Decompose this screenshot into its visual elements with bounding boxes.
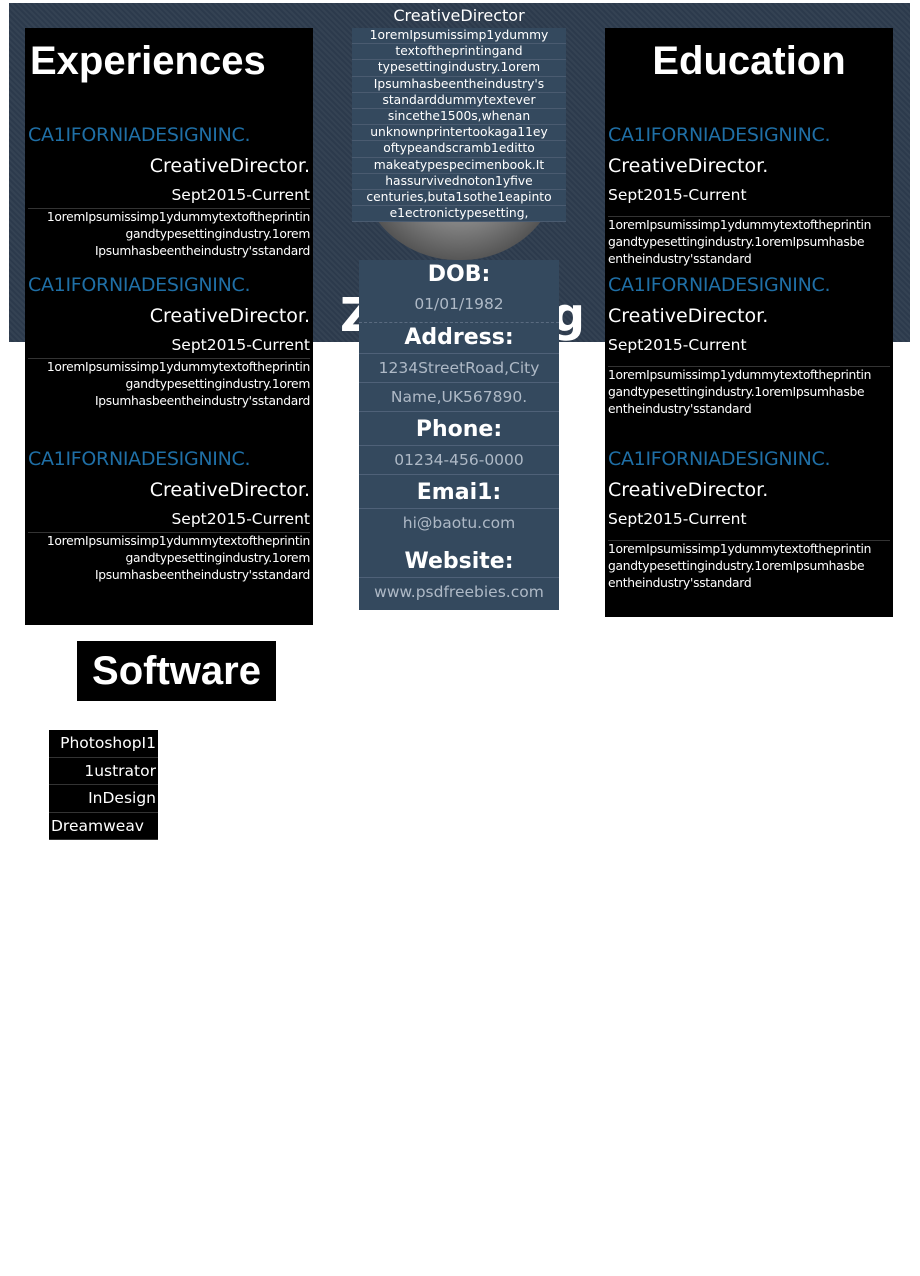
address-label: Address:	[359, 322, 559, 353]
dob-label: DOB:	[427, 262, 491, 287]
job-role: CreativeDirector.	[149, 305, 310, 327]
job-role: CreativeDirector.	[608, 155, 769, 177]
description-line: gandtypesettingindustry.1oremIpsumhasbe	[608, 385, 865, 399]
description-line: Ipsumhasbeentheindustry'sstandard	[94, 244, 310, 258]
software-item: 1ustrator	[49, 758, 158, 785]
description-line: 1oremIpsumissimp1ydummytextoftheprintin	[608, 368, 872, 382]
description-line: gandtypesettingindustry.1oremIpsumhasbe	[608, 235, 865, 249]
entry: CA1IFORNIADESIGNINC. CreativeDirector. Sep…	[608, 268, 890, 442]
company-name: CA1IFORNIADESIGNINC.	[28, 448, 251, 470]
phone-label: Phone:	[359, 411, 559, 445]
education-heading: Education	[652, 39, 846, 83]
date-range: Sept2015-Current	[171, 186, 310, 204]
entry-description: 1oremIpsumissimp1ydummytextoftheprintin g…	[28, 208, 310, 260]
company-name: CA1IFORNIADESIGNINC.	[608, 448, 831, 470]
bio-line: e1ectronictypesetting,	[352, 206, 566, 223]
description-line: 1oremIpsumissimp1ydummytextoftheprintin	[46, 210, 310, 224]
company-name: CA1IFORNIADESIGNINC.	[28, 124, 251, 146]
dob-value: 01/01/1982	[414, 295, 504, 313]
description-line: gandtypesettingindustry.1orem	[125, 377, 310, 391]
job-title: CreativeDirector	[393, 6, 525, 25]
software-list: PhotoshopI1 1ustrator InDesign Dreamweav	[49, 730, 158, 840]
website-value[interactable]: www.psdfreebies.com	[359, 577, 559, 606]
address-line-2: Name,UK567890.	[359, 382, 559, 411]
software-item: PhotoshopI1	[49, 730, 158, 758]
job-role: CreativeDirector.	[608, 479, 769, 501]
bio-line: 1oremIpsumissimp1ydummy	[352, 28, 566, 45]
entry-description: 1oremIpsumissimp1ydummytextoftheprintin g…	[608, 366, 890, 418]
entry: CA1IFORNIADESIGNINC. CreativeDirector. Sep…	[28, 268, 310, 442]
bio-line: centuries,buta1sothe1eapinto	[352, 190, 566, 207]
experiences-heading: Experiences	[30, 39, 266, 83]
company-name: CA1IFORNIADESIGNINC.	[608, 124, 831, 146]
description-line: 1oremIpsumissimp1ydummytextoftheprintin	[46, 534, 310, 548]
bio-line: unknownprintertookaga11ey	[352, 125, 566, 142]
description-line: Ipsumhasbeentheindustry'sstandard	[94, 568, 310, 582]
bio-line: oftypeandscramb1editto	[352, 141, 566, 158]
description-line: Ipsumhasbeentheindustry'sstandard	[94, 394, 310, 408]
email-value: hi@baotu.com	[359, 508, 559, 537]
entry-description: 1oremIpsumissimp1ydummytextoftheprintin g…	[608, 540, 890, 592]
company-name: CA1IFORNIADESIGNINC.	[28, 274, 251, 296]
description-line: 1oremIpsumissimp1ydummytextoftheprintin	[608, 218, 872, 232]
description-line: entheindustry'sstandard	[608, 402, 752, 416]
bio-line: hassurvivednoton1yfive	[352, 174, 566, 191]
description-line: 1oremIpsumissimp1ydummytextoftheprintin	[608, 542, 872, 556]
description-line: entheindustry'sstandard	[608, 576, 752, 590]
software-heading: Software	[77, 641, 276, 701]
description-line: gandtypesettingindustry.1orem	[125, 227, 310, 241]
description-line: gandtypesettingindustry.1oremIpsumhasbe	[608, 559, 865, 573]
date-range: Sept2015-Current	[171, 336, 310, 354]
address-line-1: 1234StreetRoad,City	[359, 353, 559, 382]
job-role: CreativeDirector.	[608, 305, 769, 327]
bio-line: textoftheprintingand	[352, 44, 566, 61]
job-role: CreativeDirector.	[149, 479, 310, 501]
entry-description: 1oremIpsumissimp1ydummytextoftheprintin g…	[28, 358, 310, 410]
description-line: entheindustry'sstandard	[608, 252, 752, 266]
date-range: Sept2015-Current	[608, 336, 747, 354]
software-item: Dreamweav	[49, 813, 158, 840]
entry-description: 1oremIpsumissimp1ydummytextoftheprintin g…	[28, 532, 310, 584]
bio-line: typesettingindustry.1orem	[352, 60, 566, 77]
entry-description: 1oremIpsumissimp1ydummytextoftheprintin g…	[608, 216, 890, 268]
job-role: CreativeDirector.	[149, 155, 310, 177]
entry: CA1IFORNIADESIGNINC. CreativeDirector. Sep…	[28, 94, 310, 268]
description-line: gandtypesettingindustry.1orem	[125, 551, 310, 565]
software-item: InDesign	[49, 785, 158, 813]
bio-line: sincethe1500s,whenan	[352, 109, 566, 126]
company-name: CA1IFORNIADESIGNINC.	[608, 274, 831, 296]
bio-line: Ipsumhasbeentheindustry's	[352, 77, 566, 93]
date-range: Sept2015-Current	[608, 510, 747, 528]
bio: 1oremIpsumissimp1ydummy textoftheprinting…	[352, 28, 566, 223]
phone-value: 01234-456-0000	[359, 445, 559, 474]
email-label: Emai1:	[359, 474, 559, 508]
website-label: Website:	[404, 549, 514, 574]
entry: CA1IFORNIADESIGNINC. CreativeDirector. Sep…	[608, 94, 890, 268]
date-range: Sept2015-Current	[608, 186, 747, 204]
contact-panel: DOB: 01/01/1982 Address: 1234StreetRoad,…	[359, 260, 559, 610]
education-section: Education CA1IFORNIADESIGNINC. CreativeDi…	[605, 28, 893, 617]
bio-line: standarddummytextever	[352, 93, 566, 110]
entry: CA1IFORNIADESIGNINC. CreativeDirector. Sep…	[608, 442, 890, 616]
entry: CA1IFORNIADESIGNINC. CreativeDirector. Sep…	[28, 442, 310, 616]
experiences-section: Experiences CA1IFORNIADESIGNINC. Creative…	[25, 28, 313, 625]
date-range: Sept2015-Current	[171, 510, 310, 528]
bio-line: makeatypespecimenbook.It	[352, 158, 566, 174]
description-line: 1oremIpsumissimp1ydummytextoftheprintin	[46, 360, 310, 374]
